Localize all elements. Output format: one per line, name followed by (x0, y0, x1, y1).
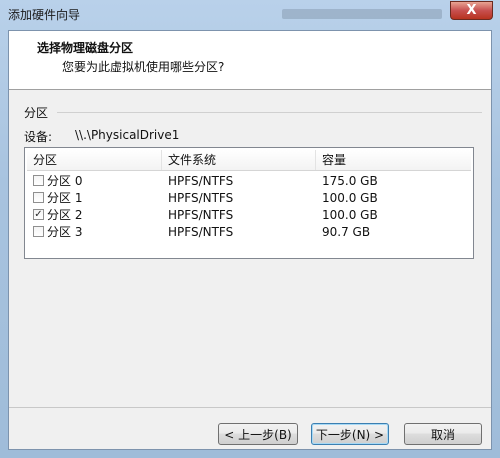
page-title: 选择物理磁盘分区 (37, 41, 134, 55)
group-divider (57, 112, 482, 113)
partition-name: 分区 2 (47, 208, 83, 222)
partition-checkbox[interactable]: ✓ (33, 209, 44, 220)
back-button[interactable]: < 上一步(B) (218, 423, 298, 445)
cancel-button[interactable]: 取消 (404, 423, 482, 445)
partition-filesystem: HPFS/NTFS (168, 225, 234, 239)
list-header: 分区 文件系统 容量 (27, 150, 471, 171)
table-row[interactable]: ✓ 分区 2 HPFS/NTFS 100.0 GB (27, 207, 471, 224)
device-value: \\.\PhysicalDrive1 (75, 128, 180, 142)
wizard-header: 选择物理磁盘分区 您要为此虚拟机使用哪些分区? (9, 31, 491, 90)
table-row[interactable]: 分区 0 HPFS/NTFS 175.0 GB (27, 173, 471, 190)
partition-checkbox[interactable] (33, 175, 44, 186)
column-header-capacity[interactable]: 容量 (316, 150, 471, 170)
partition-capacity: 175.0 GB (322, 174, 378, 188)
device-label: 设备: (24, 130, 53, 144)
table-row[interactable]: 分区 3 HPFS/NTFS 90.7 GB (27, 224, 471, 241)
window-title: 添加硬件向导 (8, 8, 81, 22)
partition-name: 分区 3 (47, 225, 83, 239)
wizard-window: 添加硬件向导 X 选择物理磁盘分区 您要为此虚拟机使用哪些分区? 分区 设备: … (0, 0, 500, 458)
partition-name: 分区 0 (47, 174, 83, 188)
column-header-partition[interactable]: 分区 (27, 150, 162, 170)
partition-checkbox[interactable] (33, 192, 44, 203)
partition-filesystem: HPFS/NTFS (168, 174, 234, 188)
table-row[interactable]: 分区 1 HPFS/NTFS 100.0 GB (27, 190, 471, 207)
column-header-filesystem[interactable]: 文件系统 (162, 150, 316, 170)
title-bar[interactable]: 添加硬件向导 X (0, 0, 500, 28)
partition-capacity: 100.0 GB (322, 191, 378, 205)
partition-capacity: 100.0 GB (322, 208, 378, 222)
partitions-group-label: 分区 (24, 106, 49, 120)
close-button[interactable]: X (450, 1, 493, 20)
wizard-content: 选择物理磁盘分区 您要为此虚拟机使用哪些分区? 分区 设备: \\.\Physi… (8, 30, 492, 450)
blurred-background-text (282, 9, 442, 19)
partition-checkbox[interactable] (33, 226, 44, 237)
close-icon: X (466, 3, 477, 18)
partition-filesystem: HPFS/NTFS (168, 208, 234, 222)
page-subtitle: 您要为此虚拟机使用哪些分区? (62, 60, 225, 74)
partition-filesystem: HPFS/NTFS (168, 191, 234, 205)
partition-name: 分区 1 (47, 191, 83, 205)
next-button[interactable]: 下一步(N) > (311, 423, 389, 445)
partition-list[interactable]: 分区 文件系统 容量 分区 0 HPFS/NTFS 175.0 GB 分区 1 … (24, 147, 474, 259)
footer-divider (9, 407, 491, 408)
partition-capacity: 90.7 GB (322, 225, 371, 239)
